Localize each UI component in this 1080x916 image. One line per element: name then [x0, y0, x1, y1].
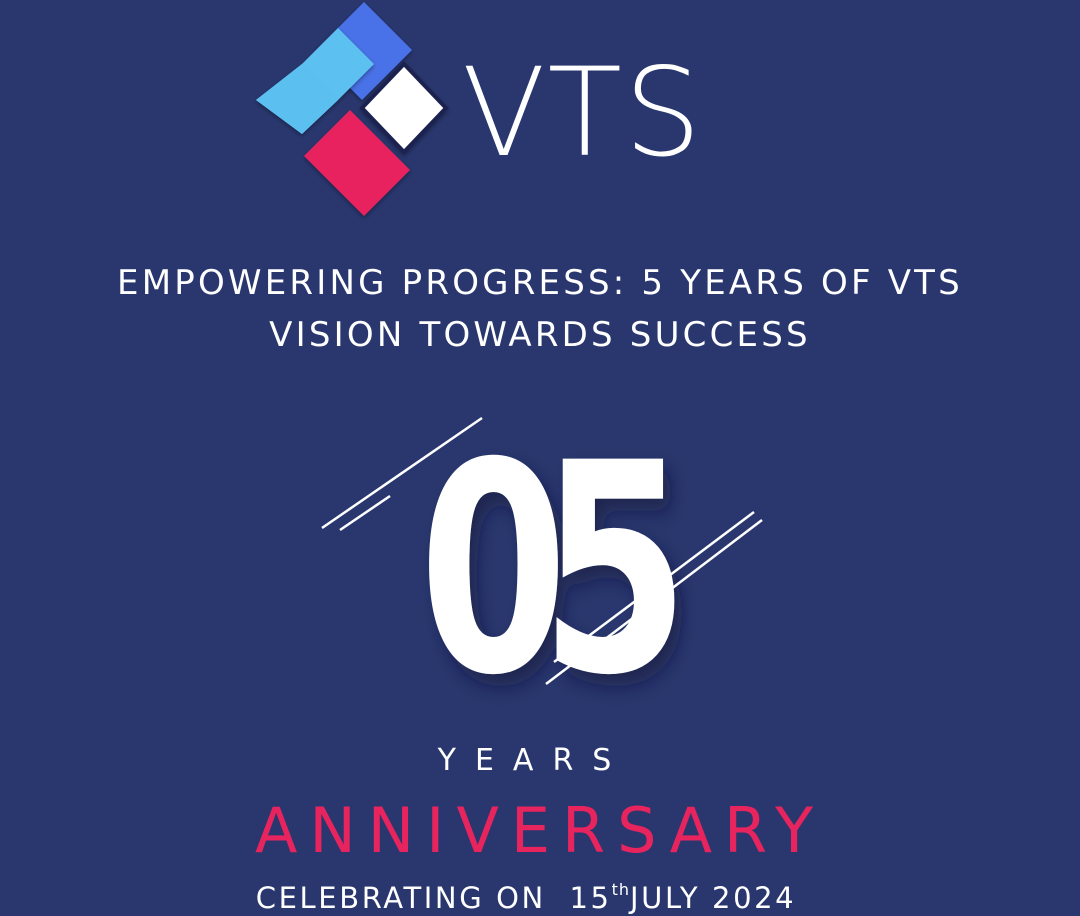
headline-line-2: VISION TOWARDS SUCCESS — [269, 315, 811, 355]
celebration-day: 15 — [569, 881, 612, 915]
headline-line-1: EMPOWERING PROGRESS: 5 YEARS OF VTS — [117, 263, 963, 303]
anniversary-label: ANNIVERSARY — [254, 794, 826, 867]
celebration-prefix: CELEBRATING ON — [255, 881, 546, 915]
milestone-number: 05 — [419, 402, 675, 710]
celebration-date-line: CELEBRATING ON 15thJULY 2024 — [0, 881, 1052, 915]
years-label: YEARS — [437, 743, 631, 778]
celebration-month-year: JULY 2024 — [630, 881, 797, 915]
celebration-day-suffix: th — [611, 880, 631, 899]
vts-logo-mark — [256, 2, 449, 216]
vts-wordmark: VTS — [462, 42, 704, 184]
accent-line-top-2 — [339, 494, 391, 532]
milestone-number-graphic: 05 — [321, 402, 763, 710]
